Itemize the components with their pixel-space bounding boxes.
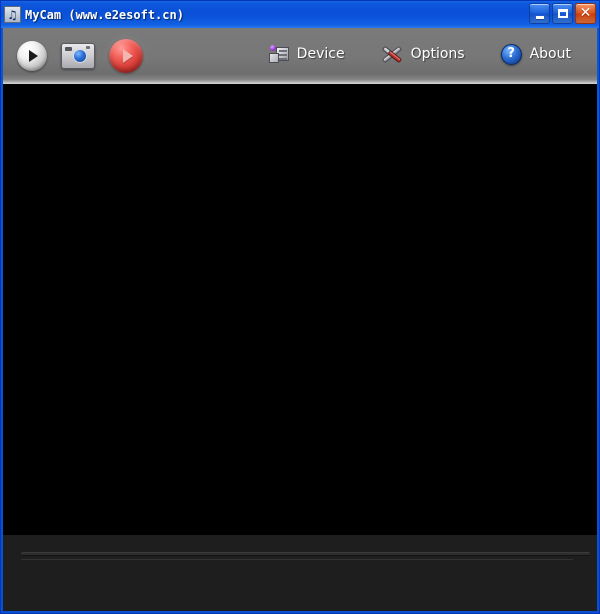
minimize-icon — [535, 15, 544, 19]
window-controls: ✕ — [529, 3, 596, 24]
options-menu[interactable]: Options — [381, 44, 465, 64]
maximize-button[interactable] — [552, 3, 573, 24]
window-title: MyCam (www.e2esoft.cn) — [25, 7, 184, 22]
title-bar[interactable]: ♫ MyCam (www.e2esoft.cn) ✕ — [1, 1, 599, 28]
maximize-icon — [557, 9, 568, 18]
webcam-device-icon — [268, 45, 289, 63]
groove-separator-secondary — [21, 559, 573, 560]
close-icon: ✕ — [579, 5, 592, 21]
play-circle-icon — [29, 50, 38, 62]
device-menu[interactable]: Device — [268, 45, 345, 63]
app-icon: ♫ — [4, 6, 21, 23]
device-menu-label: Device — [296, 46, 345, 62]
record-circle-icon — [122, 49, 133, 63]
about-menu[interactable]: ? About — [500, 43, 571, 65]
app-window: ♫ MyCam (www.e2esoft.cn) ✕ Device Option… — [0, 0, 600, 614]
close-button[interactable]: ✕ — [575, 3, 596, 24]
toolbar-right-group: Device Options ? About — [268, 43, 597, 69]
bottom-panel — [3, 534, 597, 611]
camera-flash-icon — [86, 46, 90, 49]
record-button[interactable] — [109, 39, 143, 73]
snapshot-button[interactable] — [61, 43, 95, 69]
question-circle-icon: ? — [500, 43, 522, 65]
toolbar: Device Options ? About — [3, 28, 597, 84]
camera-viewfinder-icon — [65, 47, 72, 51]
options-menu-label: Options — [410, 46, 465, 62]
minimize-button[interactable] — [529, 3, 550, 24]
preview-button[interactable] — [17, 41, 47, 71]
client-area: Device Options ? About — [3, 28, 597, 611]
video-preview-area[interactable] — [3, 84, 597, 534]
tools-icon — [381, 44, 403, 64]
groove-separator — [21, 552, 590, 556]
camera-icon — [73, 49, 87, 63]
toolbar-left-group — [3, 39, 143, 73]
about-menu-label: About — [529, 46, 571, 62]
